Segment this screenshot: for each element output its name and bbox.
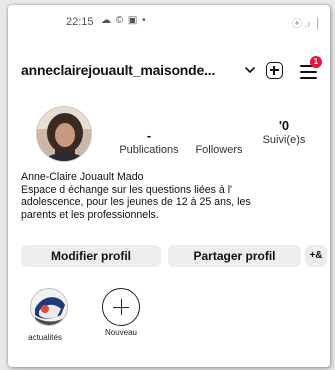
followers-label: Followers xyxy=(195,144,243,156)
phone-screen: 22:15 ☁ © ▣ • ⦿ .ı▕ anneclairejouault_ma… xyxy=(8,5,330,367)
publications-count: - xyxy=(146,128,152,143)
stat-publications[interactable]: - Publications xyxy=(111,128,187,156)
new-highlight[interactable]: Nouveau xyxy=(101,288,141,337)
status-system-icons: ☁ © ▣ • xyxy=(101,15,147,26)
bio-line: Espace d échange sur les questions liées… xyxy=(21,183,233,196)
profile-display-name: Anne-Claire Jouault Mado xyxy=(21,171,144,183)
notification-badge: 1 xyxy=(310,56,322,68)
highlight-label: Nouveau xyxy=(104,328,138,337)
add-person-button[interactable]: +& xyxy=(305,245,327,267)
following-count: '0 xyxy=(278,118,290,133)
highlight-cover xyxy=(30,288,68,326)
highlight-label: actualités xyxy=(28,333,62,342)
publications-label: Publications xyxy=(119,144,179,156)
highlight-item[interactable]: actualités xyxy=(28,288,69,342)
chevron-down-icon[interactable] xyxy=(244,64,256,76)
profile-header: anneclairejouault_maisonde... 1 xyxy=(8,56,330,85)
create-post-icon[interactable] xyxy=(266,62,283,79)
status-time: 22:15 xyxy=(66,16,94,28)
share-profile-button[interactable]: Partager profil xyxy=(168,245,301,267)
profile-avatar[interactable] xyxy=(36,106,92,162)
stat-following[interactable]: '0 Suivi(e)s xyxy=(254,118,314,146)
account-switcher-username[interactable]: anneclairejouault_maisonde... xyxy=(21,62,215,78)
status-bar: 22:15 ☁ © ▣ • ⦿ .ı▕ xyxy=(8,5,330,41)
bio-line: adolescence, pour les jeunes de 12 à 25 … xyxy=(21,196,251,208)
stat-followers[interactable]: Followers xyxy=(189,128,249,156)
profile-bio: Anne-Claire Jouault Mado Espace d échang… xyxy=(21,171,321,221)
edit-profile-button[interactable]: Modifier profil xyxy=(21,245,161,267)
following-label: Suivi(e)s xyxy=(262,134,306,146)
followers-count xyxy=(189,128,249,144)
plus-icon xyxy=(102,288,140,326)
signal-icon: ⦿ .ı▕ xyxy=(291,19,318,30)
bio-line: parents et les professionnels. xyxy=(21,208,159,221)
